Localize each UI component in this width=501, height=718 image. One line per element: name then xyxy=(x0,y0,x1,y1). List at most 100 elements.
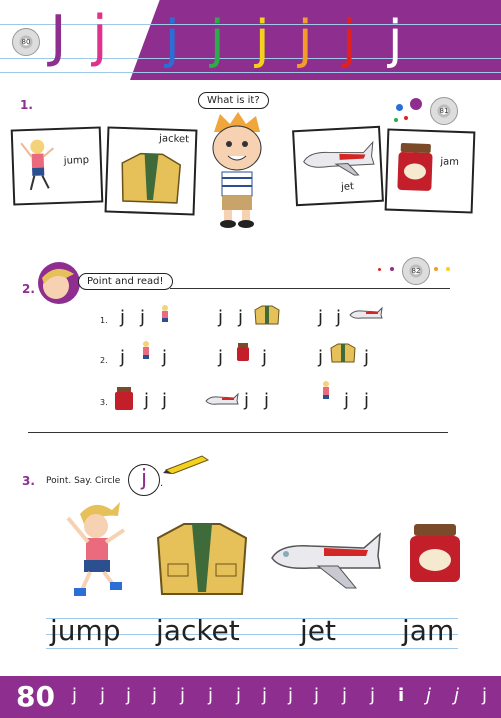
word-jam: jam xyxy=(440,156,460,169)
jet-icon xyxy=(204,392,240,412)
boy-character-icon xyxy=(212,112,262,228)
card-jacket: jacket xyxy=(104,126,198,216)
jet-icon xyxy=(271,532,381,589)
jet-icon xyxy=(348,306,384,326)
letter-j: j xyxy=(238,307,244,328)
header-band xyxy=(130,0,501,80)
letter-j: j xyxy=(336,307,342,328)
jacket-icon xyxy=(330,342,356,368)
letter-j: j xyxy=(218,347,224,368)
footer-letter: j xyxy=(454,685,460,706)
audio-disc-icon[interactable]: 82 xyxy=(402,257,430,285)
footer-letter: j xyxy=(236,685,242,706)
jet-icon xyxy=(303,140,375,176)
speech-bubble: Point and read! xyxy=(78,273,173,290)
letter-j: j xyxy=(120,347,126,368)
row-label: 1. xyxy=(100,316,108,325)
footer-letter: j xyxy=(482,685,488,706)
dot xyxy=(396,104,403,111)
guide-line xyxy=(46,648,458,649)
speech-bubble: What is it? xyxy=(198,92,269,109)
page-number: 80 xyxy=(16,680,55,713)
guide-line xyxy=(0,72,501,73)
card-jump: jump xyxy=(10,126,104,206)
jacket-icon xyxy=(156,523,248,595)
instruction-text: Point. Say. Circle xyxy=(46,476,121,486)
letter-j: j xyxy=(262,347,268,368)
letter-j: j xyxy=(364,347,370,368)
footer-letter: j xyxy=(314,685,320,706)
band-letter: j xyxy=(342,10,357,70)
band-letter: j xyxy=(388,10,403,70)
girl-jumping-icon xyxy=(158,304,172,326)
girl-jumping-icon xyxy=(20,139,55,191)
girl-jumping-icon xyxy=(138,340,154,364)
card-jam: jam xyxy=(384,128,476,214)
dot xyxy=(410,98,422,110)
girl-jumping-icon xyxy=(318,380,334,408)
letter-j: j xyxy=(344,390,350,411)
footer-letter: j xyxy=(152,685,158,706)
jam-jar-icon xyxy=(397,143,433,191)
band-letter: j xyxy=(298,10,313,70)
letter-j: j xyxy=(162,347,168,368)
footer-letter: j xyxy=(100,685,106,706)
disc-label: 82 xyxy=(411,267,421,275)
band-letter: j xyxy=(210,10,225,70)
big-letter-j: j xyxy=(92,4,108,69)
word-jacket: jacket xyxy=(158,133,190,146)
footer-letter: j xyxy=(180,685,186,706)
row-label: 2. xyxy=(100,356,108,365)
girl-face-icon xyxy=(38,262,80,304)
footer-letter: j xyxy=(262,685,268,706)
letter-j: j xyxy=(364,390,370,411)
word-jump: jump xyxy=(63,154,90,167)
row-label: 3. xyxy=(100,398,108,407)
section-number: 3. xyxy=(22,474,35,488)
disc-label: 80 xyxy=(21,38,31,46)
dot xyxy=(378,268,381,271)
jam-jar-icon xyxy=(236,342,250,366)
divider xyxy=(28,432,448,433)
big-letter-J: J xyxy=(50,4,67,69)
dot xyxy=(446,267,450,271)
letter-j: j xyxy=(162,390,168,411)
band-letter: j xyxy=(255,10,270,70)
letter-j: j xyxy=(318,307,324,328)
circled-letter: j xyxy=(128,464,160,496)
dot xyxy=(390,267,394,271)
divider xyxy=(170,288,450,289)
footer-letter: j xyxy=(72,685,78,706)
letter-j: j xyxy=(318,347,324,368)
guide-line xyxy=(0,24,501,25)
letter-j: j xyxy=(144,390,150,411)
word-jump: jump xyxy=(50,614,121,647)
footer-letter: j xyxy=(426,685,432,706)
word-jet: jet xyxy=(340,181,355,193)
footer-letter: j xyxy=(126,685,132,706)
jam-jar-icon xyxy=(114,386,134,416)
dot xyxy=(404,116,408,120)
audio-disc-icon[interactable]: 81 xyxy=(430,97,458,125)
guide-line xyxy=(0,58,501,59)
letter-j: j xyxy=(120,307,126,328)
footer-letter: j xyxy=(370,685,376,706)
girl-jumping-icon xyxy=(66,502,126,596)
pencil-icon xyxy=(163,455,210,474)
section-number: 2. xyxy=(22,282,35,296)
letter-j: j xyxy=(218,307,224,328)
word-jet: jet xyxy=(300,614,336,647)
jacket-icon xyxy=(121,152,182,204)
footer-letter: j xyxy=(342,685,348,706)
jacket-icon xyxy=(254,304,280,330)
footer-letter: j xyxy=(208,685,214,706)
letter-j: j xyxy=(244,390,250,411)
footer-letter: i xyxy=(398,685,405,706)
footer-letter: j xyxy=(288,685,294,706)
band-letter: j xyxy=(165,10,180,70)
word-jam: jam xyxy=(402,614,455,647)
card-jet: jet xyxy=(292,125,384,207)
audio-disc-icon[interactable]: 80 xyxy=(12,28,40,56)
jam-jar-icon xyxy=(410,524,460,582)
section-number: 1. xyxy=(20,98,33,112)
